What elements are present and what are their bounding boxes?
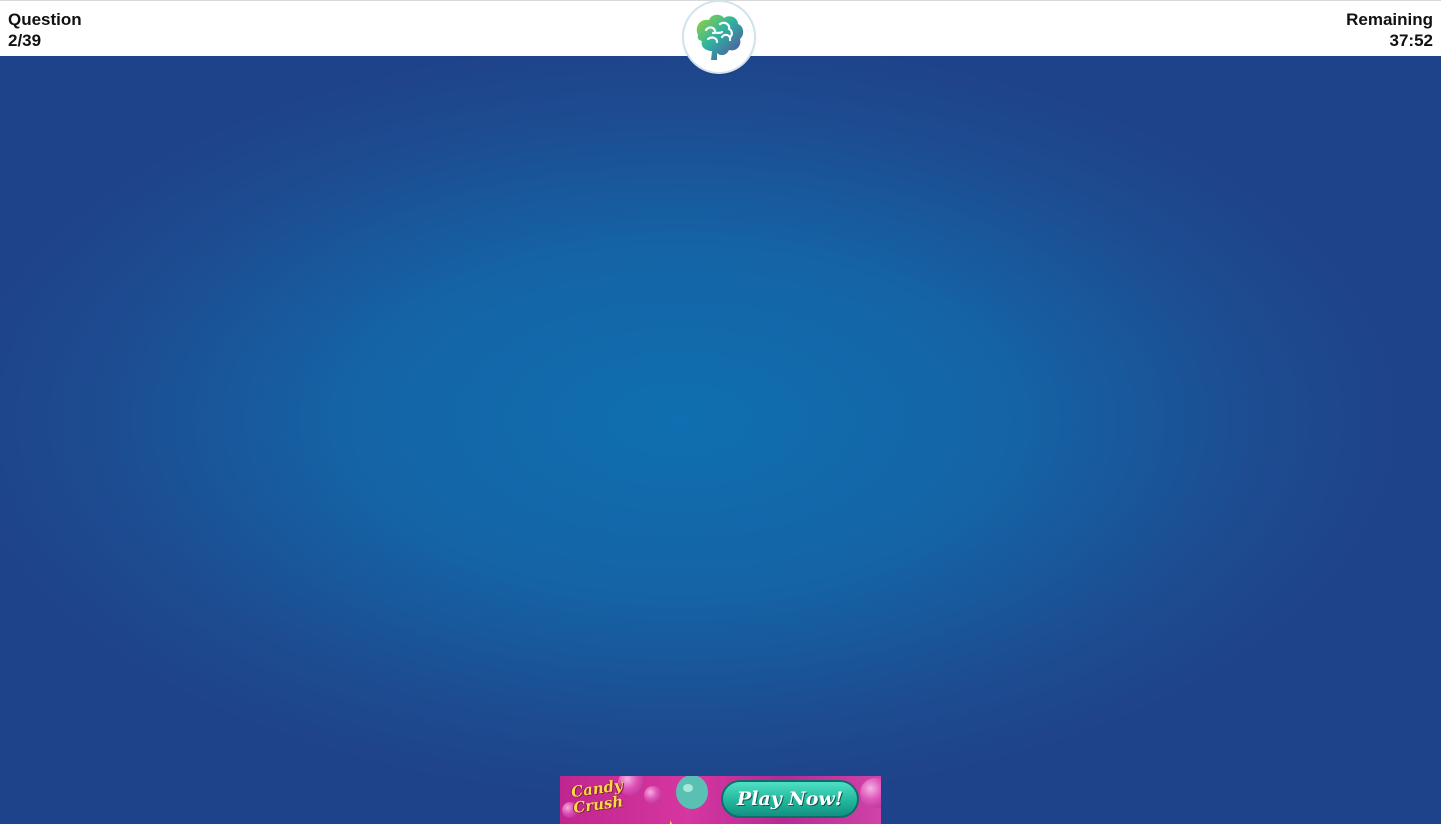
ad-brand-logo: Candy Crush [569, 776, 625, 818]
ad-bubble [860, 778, 881, 808]
brain-icon [696, 14, 744, 61]
play-now-button[interactable]: Play Now! [721, 780, 859, 818]
question-counter: Question 2/39 [8, 9, 82, 51]
question-progress: 2/39 [8, 31, 42, 50]
ad-banner[interactable]: Candy Crush Play Now! [560, 776, 881, 824]
ad-bubble [644, 786, 662, 804]
question-label: Question [8, 10, 82, 29]
app-logo [684, 2, 754, 72]
timer-label: Remaining [1346, 10, 1433, 29]
timer-value: 37:52 [1389, 31, 1433, 50]
game-screen: Question 2/39 Remaining 37:52 Candy Crus [0, 0, 1441, 824]
time-remaining: Remaining 37:52 [1346, 9, 1433, 51]
